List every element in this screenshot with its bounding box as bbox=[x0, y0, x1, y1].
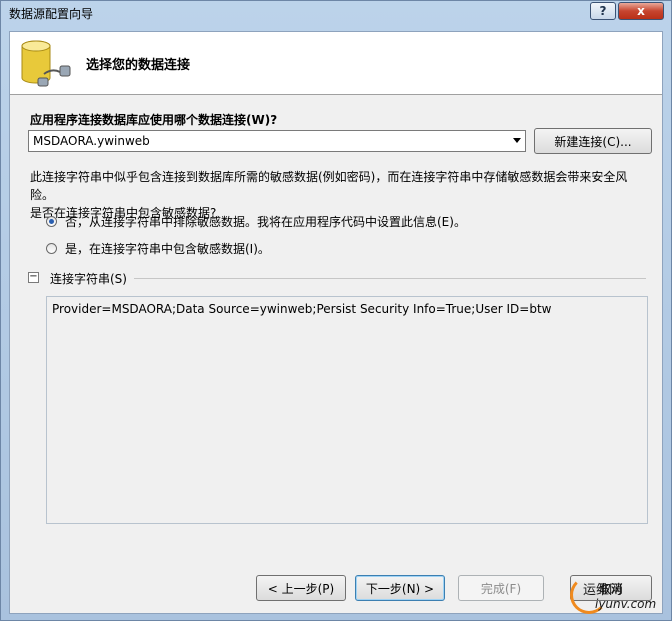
watermark-text: 运维网 bbox=[583, 583, 623, 598]
radio-include[interactable] bbox=[46, 242, 57, 254]
chevron-down-icon[interactable] bbox=[513, 138, 521, 143]
collapse-toggle[interactable]: − bbox=[28, 272, 39, 283]
watermark-url: iyunv.com bbox=[595, 597, 657, 611]
wizard-body: 选择您的数据连接 应用程序连接数据库应使用哪个数据连接(W)? MSDAORA.… bbox=[9, 31, 663, 614]
connection-string-value: Provider=MSDAORA;Data Source=ywinweb;Per… bbox=[52, 302, 552, 316]
window-title: 数据源配置向导 bbox=[9, 7, 94, 21]
section-divider bbox=[134, 278, 646, 279]
finish-button: 完成(F) bbox=[458, 575, 544, 601]
option-include-label: 是，在连接字符串中包含敏感数据(I)。 bbox=[65, 241, 270, 256]
option-include[interactable]: 是，在连接字符串中包含敏感数据(I)。 bbox=[46, 239, 270, 257]
help-button[interactable]: ? bbox=[590, 2, 616, 20]
title-bar[interactable]: 数据源配置向导 ? x bbox=[1, 1, 671, 23]
connection-select[interactable]: MSDAORA.ywinweb bbox=[28, 130, 526, 152]
option-exclude-label: 否，从连接字符串中排除敏感数据。我将在应用程序代码中设置此信息(E)。 bbox=[65, 214, 466, 229]
new-connection-button[interactable]: 新建连接(C)... bbox=[534, 128, 652, 154]
previous-button[interactable]: < 上一步(P) bbox=[256, 575, 346, 601]
wizard-window: 数据源配置向导 ? x 选择您的数据连接 应用程序连接数据库应使用哪个数据连接(… bbox=[0, 0, 672, 621]
notice-line-1: 此连接字符串中似乎包含连接到数据库所需的敏感数据(例如密码)，而在连接字符串中存… bbox=[30, 170, 628, 202]
next-button[interactable]: 下一步(N) > bbox=[355, 575, 445, 601]
connection-select-value: MSDAORA.ywinweb bbox=[33, 134, 150, 148]
close-button[interactable]: x bbox=[618, 2, 664, 20]
page-title: 选择您的数据连接 bbox=[86, 58, 191, 73]
database-connection-icon bbox=[21, 40, 71, 87]
connection-question: 应用程序连接数据库应使用哪个数据连接(W)? bbox=[30, 113, 278, 127]
wizard-header: 选择您的数据连接 bbox=[10, 32, 662, 95]
connection-string-label: 连接字符串(S) bbox=[50, 272, 127, 286]
connection-string-box[interactable]: Provider=MSDAORA;Data Source=ywinweb;Per… bbox=[46, 296, 648, 524]
option-exclude[interactable]: 否，从连接字符串中排除敏感数据。我将在应用程序代码中设置此信息(E)。 bbox=[46, 212, 466, 230]
radio-exclude[interactable] bbox=[46, 215, 57, 227]
